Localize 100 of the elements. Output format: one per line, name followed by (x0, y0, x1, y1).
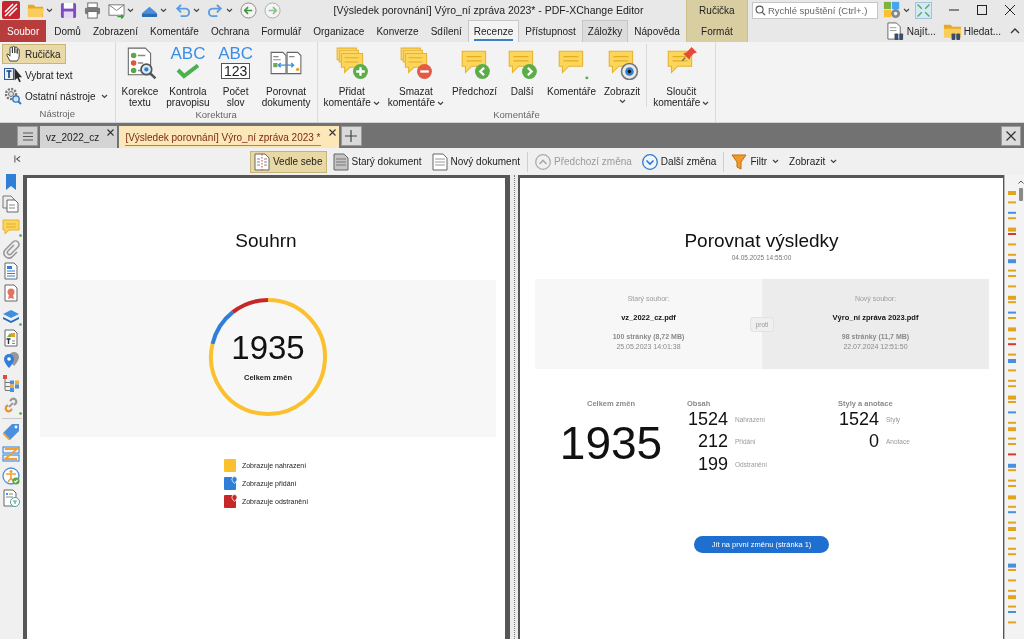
menu-tab[interactable]: Komentáře (143, 20, 205, 42)
menu-tab[interactable]: Ochrana (204, 20, 256, 42)
maximize-icon (977, 5, 987, 15)
text-cursor-icon (4, 66, 22, 84)
toolbar-button[interactable]: Nový dokument (427, 150, 525, 173)
menu-tab[interactable]: Sdílení (424, 20, 468, 42)
menu-tool-button[interactable]: Hledat... (940, 21, 1003, 41)
accessibility-icon[interactable] (1, 467, 22, 487)
menu-tool-button[interactable]: Najít... (883, 21, 938, 41)
pages-icon[interactable] (1, 195, 22, 215)
menu-tab[interactable]: Konverze (370, 20, 425, 42)
menu-tab[interactable]: Nápověda (628, 20, 686, 42)
ribbon-button[interactable]: ABC 123 Počet slov (213, 42, 258, 109)
filter-icon (731, 152, 748, 171)
stat-value: 0 (868, 431, 879, 453)
close-icon (1006, 131, 1016, 141)
toolbar-button[interactable]: Vedle sebe (250, 150, 327, 173)
ribbon-button[interactable]: Zobrazit (600, 42, 645, 109)
menu-tab[interactable]: Organizace (307, 20, 371, 42)
save-icon[interactable] (60, 1, 77, 19)
caret-icon[interactable] (193, 7, 200, 13)
ribbon-button[interactable]: Předchozí (448, 42, 502, 109)
document-tab[interactable]: [Výsledek porovnání] Výro_ní zpráva 2023 * (119, 126, 339, 148)
caret-icon (372, 100, 380, 106)
menu-tab[interactable]: Formulář (255, 20, 308, 42)
menu-icon (22, 131, 33, 141)
stat-value: 1524 (687, 408, 728, 430)
caret-icon[interactable] (226, 7, 233, 13)
close-document-button[interactable] (1001, 126, 1021, 146)
envelope-icon[interactable] (108, 1, 125, 19)
page-title: Souhrn (234, 230, 298, 252)
tree-icon[interactable] (1, 373, 22, 393)
down-arrow-circle-icon (641, 152, 658, 171)
menu-tab[interactable]: Přístupnost (519, 20, 582, 42)
menu-tab[interactable]: Formát (686, 20, 747, 42)
menu-tab[interactable]: Soubor (0, 20, 47, 42)
stat-value: 212 (696, 431, 728, 453)
menu-tab[interactable]: Záložky (581, 20, 629, 42)
caret-icon (100, 93, 108, 99)
ribbon-button[interactable]: Smazat komentáře (383, 42, 449, 109)
close-icon[interactable] (107, 129, 115, 136)
menu-tab[interactable]: Domů (48, 20, 87, 42)
z-frame-icon[interactable] (1, 444, 22, 464)
group-label: Korektura (194, 109, 238, 122)
document-icon (332, 152, 349, 171)
caret-icon[interactable] (127, 7, 134, 13)
up-arrow-circle-icon (535, 152, 552, 171)
tool-button[interactable]: Ostatní nástroje (2, 86, 113, 106)
search-field[interactable]: Rychlé spuštění (Ctrl+.) (751, 1, 878, 19)
caret-icon (702, 100, 710, 106)
hand-icon (4, 45, 22, 63)
paperclip-icon[interactable] (1, 239, 22, 259)
tag-icon[interactable] (1, 422, 22, 442)
toolbar-button[interactable]: Zobrazit (785, 150, 842, 173)
caret-icon (772, 159, 780, 164)
caret-icon[interactable] (902, 7, 910, 13)
toolbar-button[interactable]: Další změna (637, 150, 721, 173)
gear-magnifier-icon (4, 87, 22, 105)
menu-tab[interactable]: Recenze (467, 20, 520, 42)
collapse-icon[interactable] (14, 155, 21, 163)
menu-button[interactable] (17, 126, 38, 146)
tool-button[interactable]: Ručička (2, 44, 66, 64)
menu-tab[interactable]: Zobrazení (86, 20, 144, 42)
scroll-thumb[interactable] (1018, 188, 1023, 201)
ribbon-button[interactable]: Další (501, 42, 544, 109)
document-tab[interactable]: vz_2022_cz (40, 126, 118, 148)
group-label: Komentáře (492, 109, 541, 122)
caret-icon (618, 99, 626, 104)
caret-icon[interactable] (160, 7, 167, 13)
window-title: [Výsledek porovnání] Výro_ní zpráva 2023* - PDF-XChange Editor (332, 4, 645, 16)
document-icon (431, 152, 448, 171)
caret-icon (437, 100, 445, 106)
context-group-label: Ručička (698, 3, 736, 18)
scroll-up-icon[interactable] (1017, 180, 1024, 184)
speech-bubbles-minus-icon (398, 46, 433, 80)
tool-button[interactable]: Vybrat text (2, 65, 78, 85)
total-count: 1935 (231, 332, 305, 364)
collapse-icon[interactable] (1010, 28, 1020, 34)
ribbon-button[interactable]: Korekce textu (117, 42, 163, 109)
ribbon-button[interactable]: Přidat komentáře (319, 42, 384, 109)
ribbon-button[interactable]: ABC Kontrola pravopisu (162, 42, 214, 109)
stat-value: 1524 (838, 408, 879, 430)
caret-icon[interactable] (46, 7, 53, 13)
person-document-icon[interactable] (1, 489, 22, 509)
toolbar-button[interactable]: Starý dokument (328, 150, 426, 173)
speech-bubbles-plus-icon (334, 46, 369, 80)
close-icon[interactable] (328, 129, 336, 136)
stat-value: 199 (696, 453, 728, 475)
plus-icon (345, 130, 357, 142)
document-binoculars-icon (885, 21, 905, 41)
search-icon (754, 4, 766, 16)
ribbon-button[interactable]: Sloučit komentáře (649, 42, 714, 109)
ribbon-button[interactable]: Porovnat dokumenty (257, 42, 315, 109)
toolbar-button[interactable]: Filtr (727, 150, 784, 173)
caret-icon (830, 159, 838, 164)
printer-icon[interactable] (84, 1, 101, 19)
app-logo-icon[interactable] (2, 1, 20, 19)
group-label: Nástroje (38, 108, 76, 121)
ribbon-button[interactable]: Komentáře (543, 42, 600, 109)
total-count: 1935 (558, 420, 664, 466)
